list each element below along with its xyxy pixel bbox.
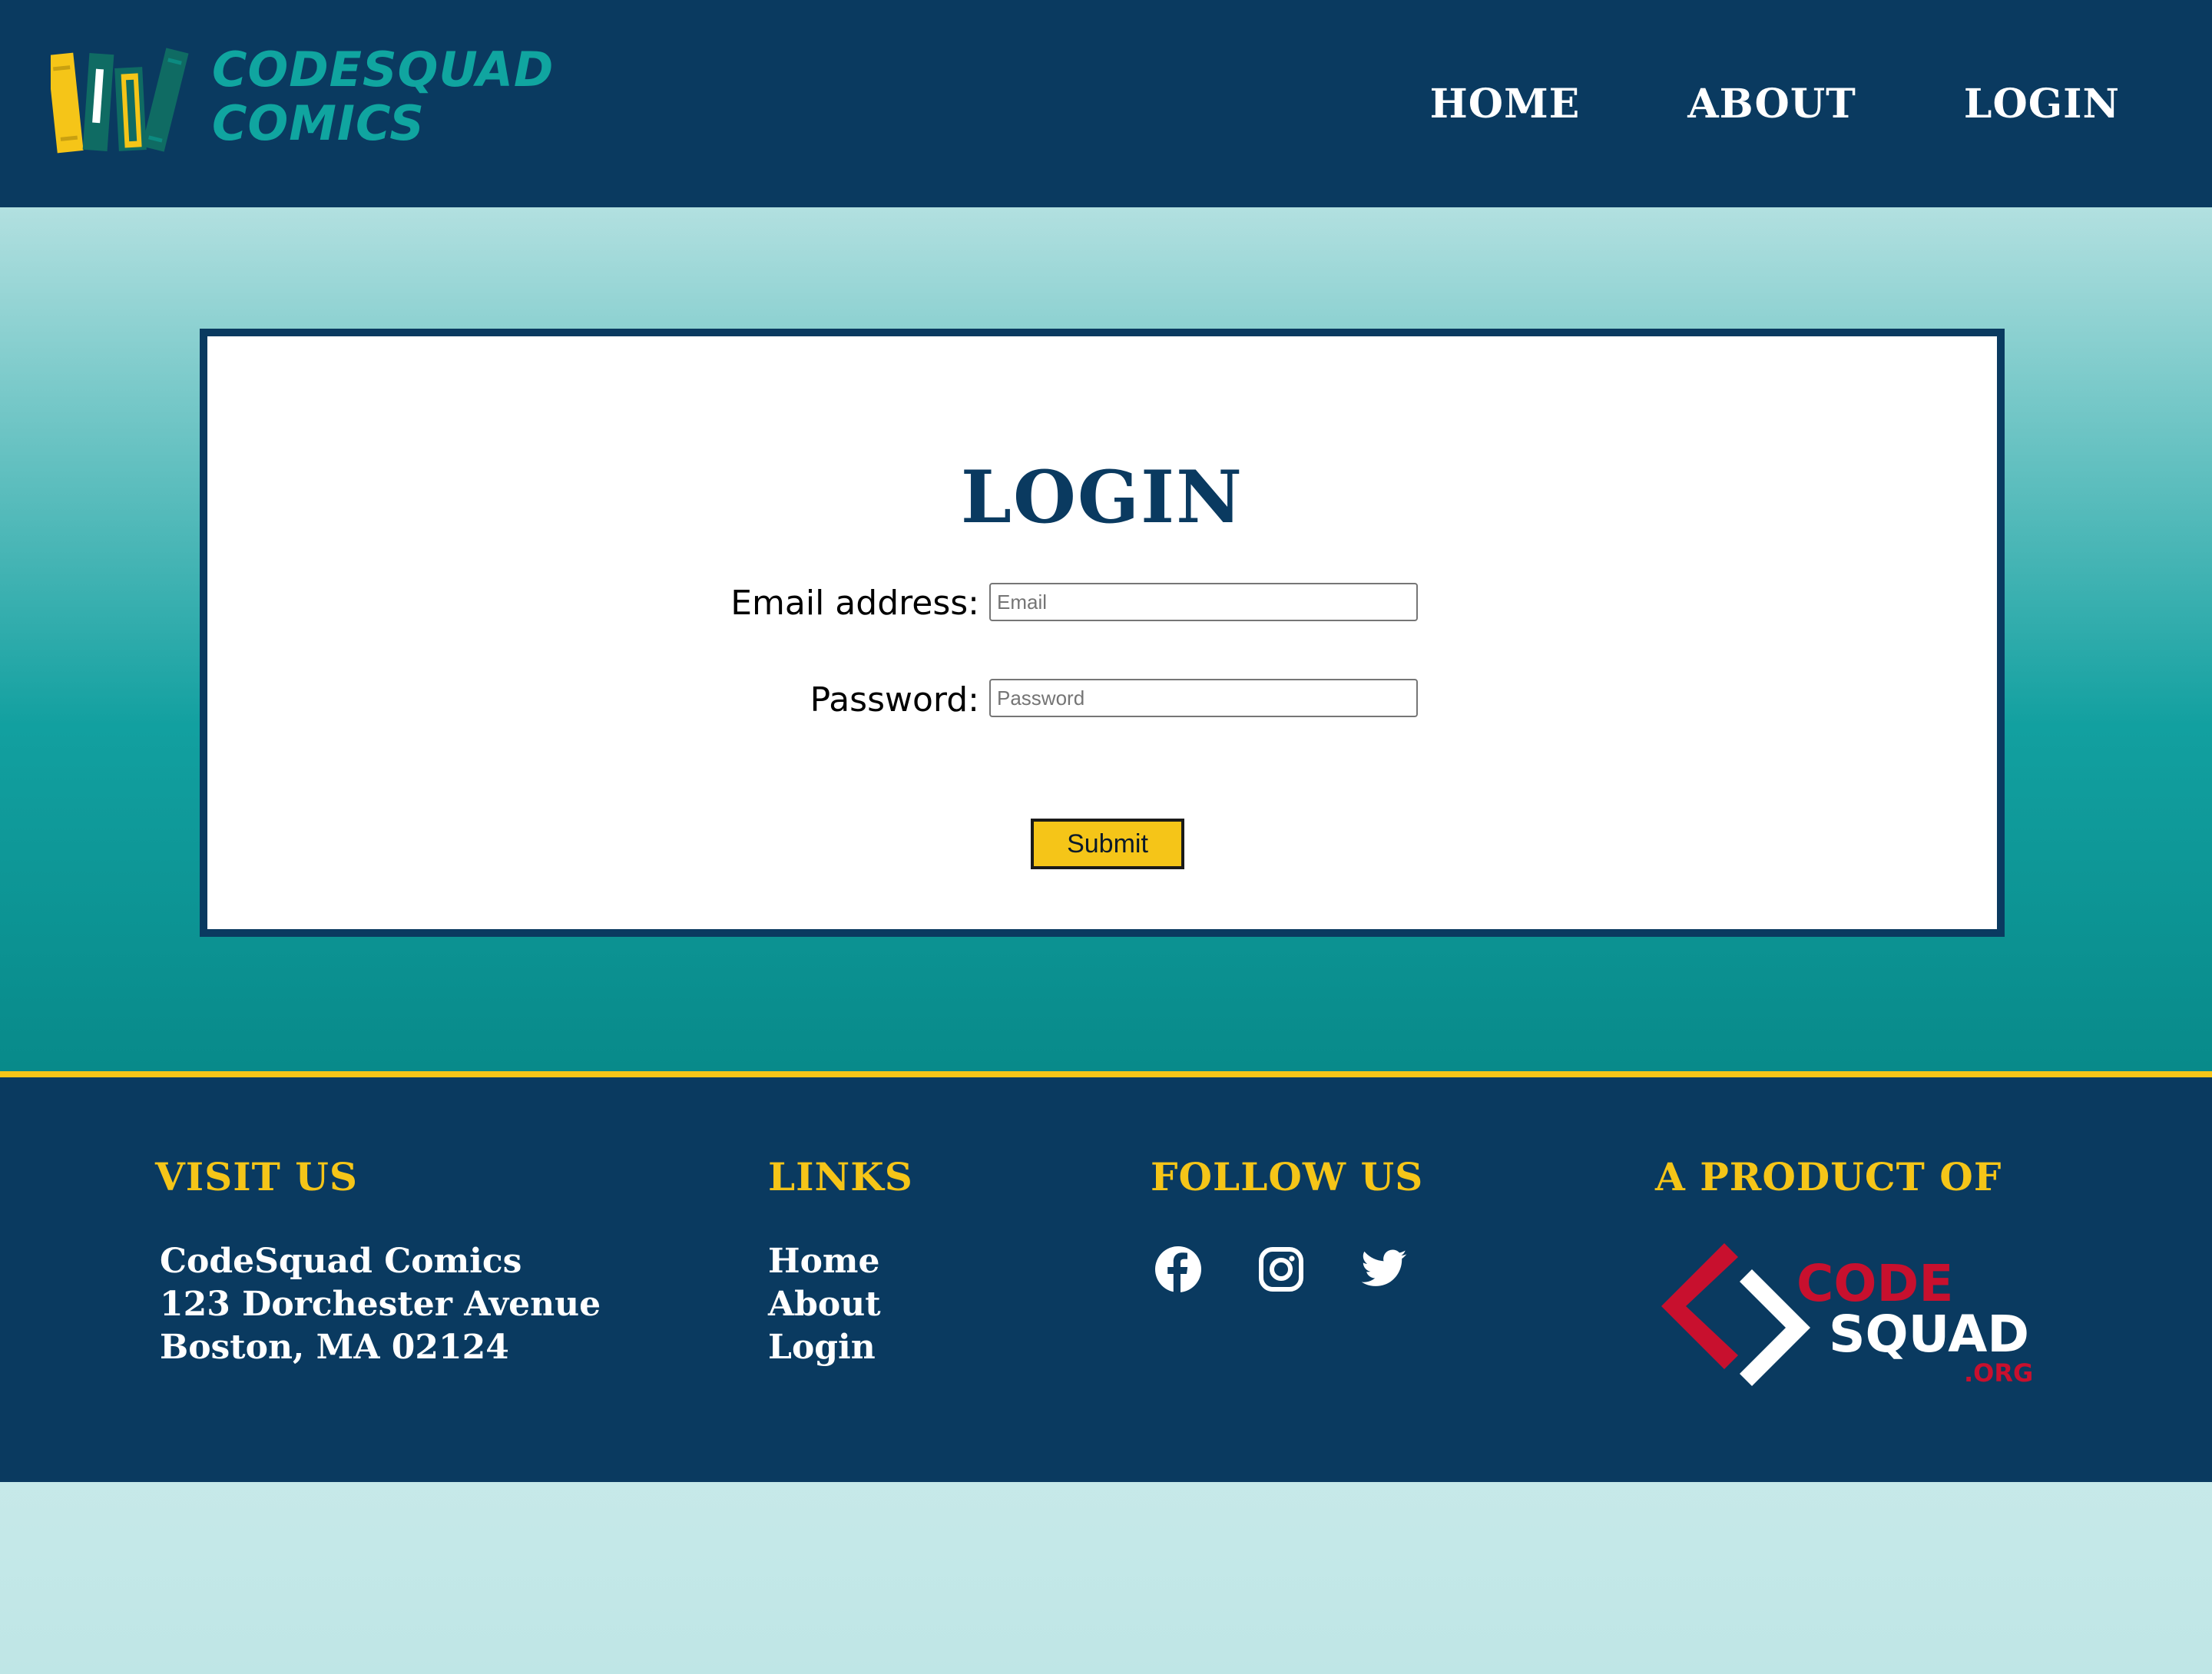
site-header: CODESQUAD COMICS HOME ABOUT LOGIN [0,0,2212,207]
facebook-icon[interactable] [1154,1245,1203,1294]
nav-home-link[interactable]: HOME [1430,81,1581,127]
books-logo-icon [51,48,189,154]
nav-login-link[interactable]: LOGIN [1964,81,2120,127]
footer-links-list: Home About Login [768,1240,913,1369]
email-label: Email address: [730,584,979,623]
main-nav: HOME ABOUT LOGIN [1430,0,2120,207]
visit-us-section: VISIT US CodeSquad Comics 123 Dorchester… [155,1154,601,1369]
address-line: 123 Dorchester Avenue [160,1285,601,1324]
links-section: LINKS Home About Login [768,1154,913,1369]
codesquad-squad-text: SQUAD [1829,1305,2030,1364]
password-label: Password: [810,680,979,720]
follow-us-section: FOLLOW US [1151,1154,1423,1294]
codesquad-chevrons-icon [1661,1243,1810,1386]
codesquad-org-logo[interactable]: CODE SQUAD .ORG [1661,1239,2045,1408]
address-line: CodeSquad Comics [160,1242,522,1281]
codesquad-comics-logo[interactable]: CODESQUAD COMICS [51,43,553,158]
site-footer: VISIT US CodeSquad Comics 123 Dorchester… [0,1071,2212,1482]
address-line: Boston, MA 02124 [160,1328,509,1367]
footer-login-link[interactable]: Login [768,1326,913,1369]
login-title: LOGIN [960,455,1244,540]
nav-about-link[interactable]: ABOUT [1687,81,1856,127]
visit-us-heading: VISIT US [155,1154,359,1199]
codesquad-org-text: .ORG [1964,1358,2034,1388]
password-input[interactable] [989,679,1418,717]
main-content: LOGIN Email address: Password: Submit [0,207,2212,1071]
address: CodeSquad Comics 123 Dorchester Avenue B… [155,1240,601,1369]
follow-us-heading: FOLLOW US [1151,1154,1424,1199]
login-card: LOGIN Email address: Password: Submit [200,329,2005,937]
social-links [1151,1245,1423,1294]
codesquad-code-text: CODE [1796,1254,1954,1313]
instagram-icon[interactable] [1257,1245,1306,1294]
email-input[interactable] [989,583,1418,621]
footer-home-link[interactable]: Home [768,1240,913,1283]
logo-text: CODESQUAD COMICS [212,43,554,151]
logo-line-2: COMICS [212,95,425,151]
logo-line-1: CODESQUAD [212,41,555,98]
product-of-heading: A PRODUCT OF [1655,1154,2002,1199]
links-heading: LINKS [768,1154,913,1199]
footer-about-link[interactable]: About [768,1283,913,1326]
twitter-icon[interactable] [1359,1245,1409,1294]
product-of-section: A PRODUCT OF CODE SQUAD .ORG [1655,1154,2033,1386]
submit-button[interactable]: Submit [1031,819,1184,869]
